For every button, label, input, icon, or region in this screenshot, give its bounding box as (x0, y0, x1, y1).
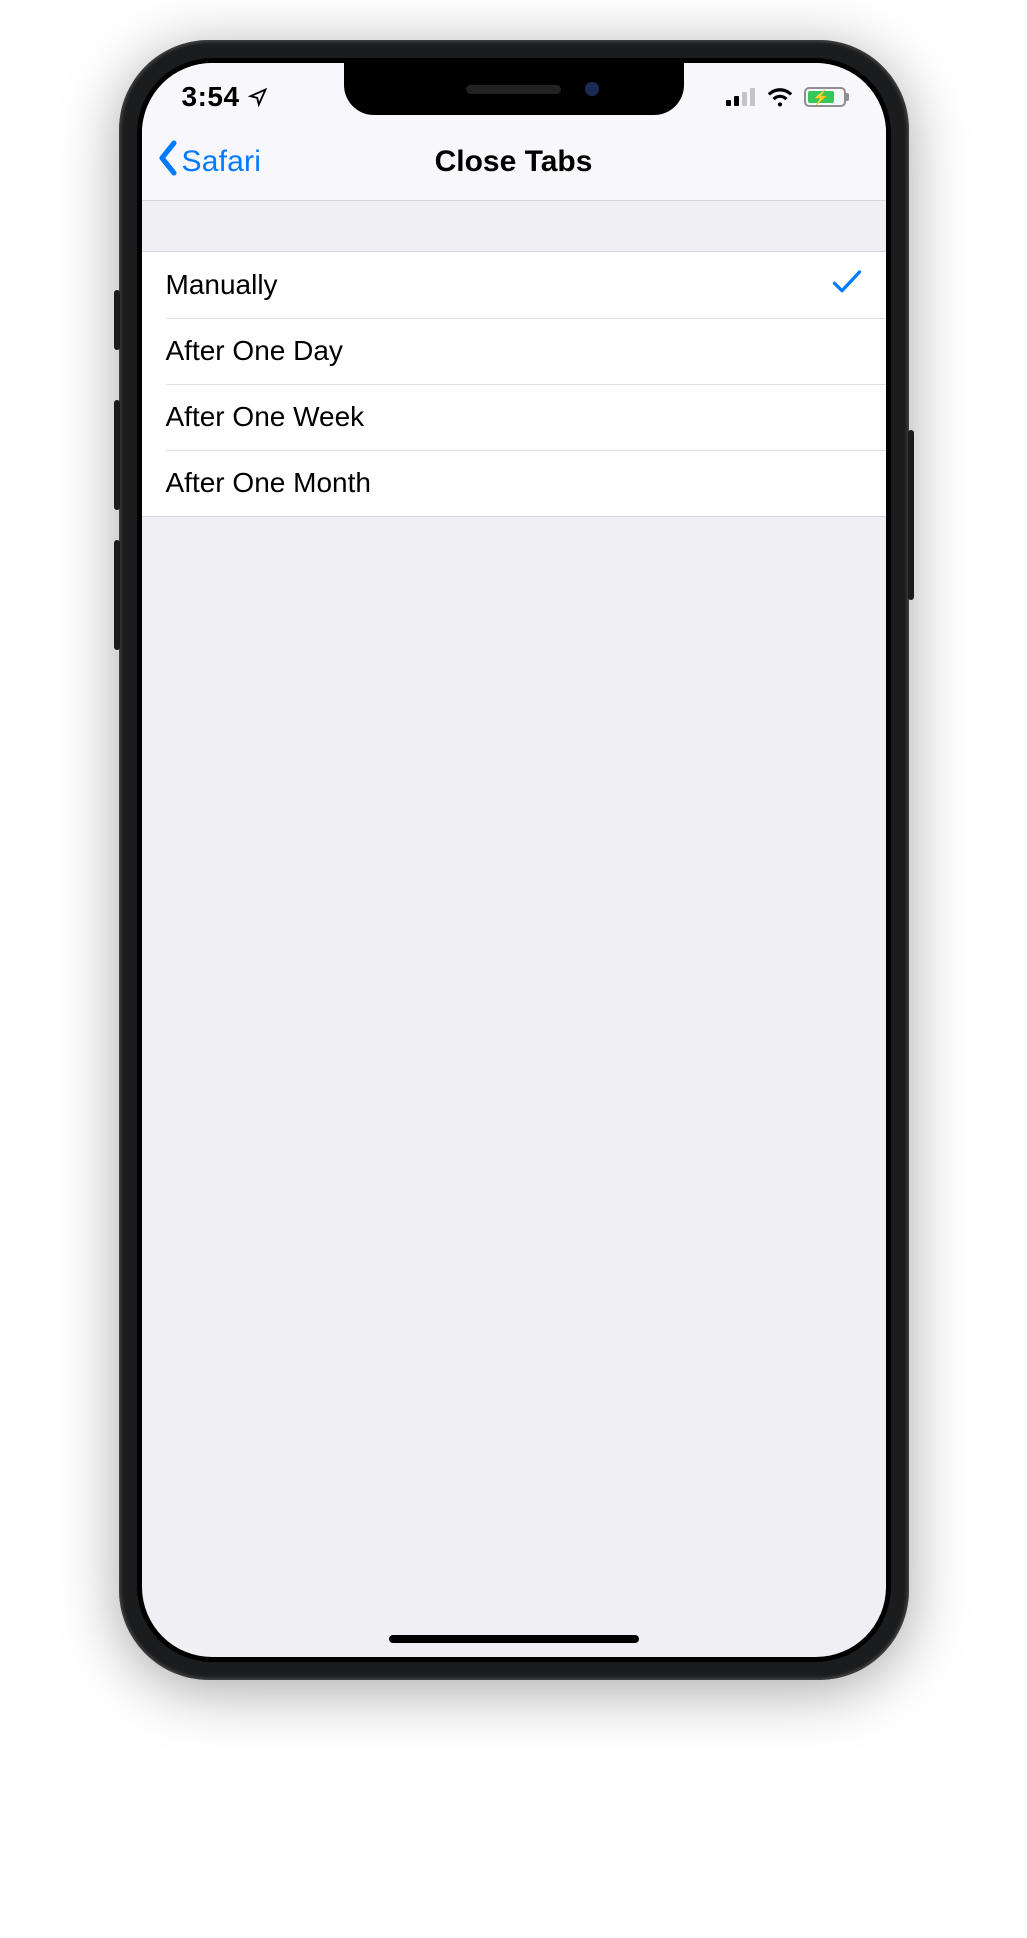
close-tabs-options: Manually After One Day After One Week (142, 251, 886, 517)
front-camera (585, 82, 599, 96)
checkmark-icon (832, 269, 862, 302)
battery-icon: ⚡ (804, 87, 846, 107)
option-after-one-month[interactable]: After One Month (142, 450, 886, 516)
chevron-left-icon (156, 140, 180, 184)
location-icon (248, 87, 268, 107)
back-button[interactable]: Safari (156, 140, 262, 184)
notch (344, 63, 684, 115)
phone-chassis: 3:54 (119, 40, 909, 1680)
side-button (908, 430, 914, 600)
option-label: After One Week (166, 401, 365, 433)
home-indicator[interactable] (389, 1635, 639, 1643)
option-after-one-day[interactable]: After One Day (142, 318, 886, 384)
status-time: 3:54 (182, 81, 240, 113)
section-spacer (142, 201, 886, 251)
volume-up-button (114, 400, 120, 510)
option-after-one-week[interactable]: After One Week (142, 384, 886, 450)
page-title: Close Tabs (435, 145, 593, 179)
volume-down-button (114, 540, 120, 650)
option-label: Manually (166, 269, 278, 301)
cellular-icon (726, 88, 756, 106)
option-label: After One Day (166, 335, 343, 367)
speaker-grille (466, 85, 561, 94)
nav-bar: Safari Close Tabs (142, 123, 886, 201)
wifi-icon (766, 87, 794, 107)
option-label: After One Month (166, 467, 371, 499)
back-label: Safari (182, 145, 262, 179)
ringer-switch (114, 290, 120, 350)
charging-bolt-icon: ⚡ (812, 90, 829, 104)
screen: 3:54 (142, 63, 886, 1657)
option-manually[interactable]: Manually (142, 252, 886, 318)
